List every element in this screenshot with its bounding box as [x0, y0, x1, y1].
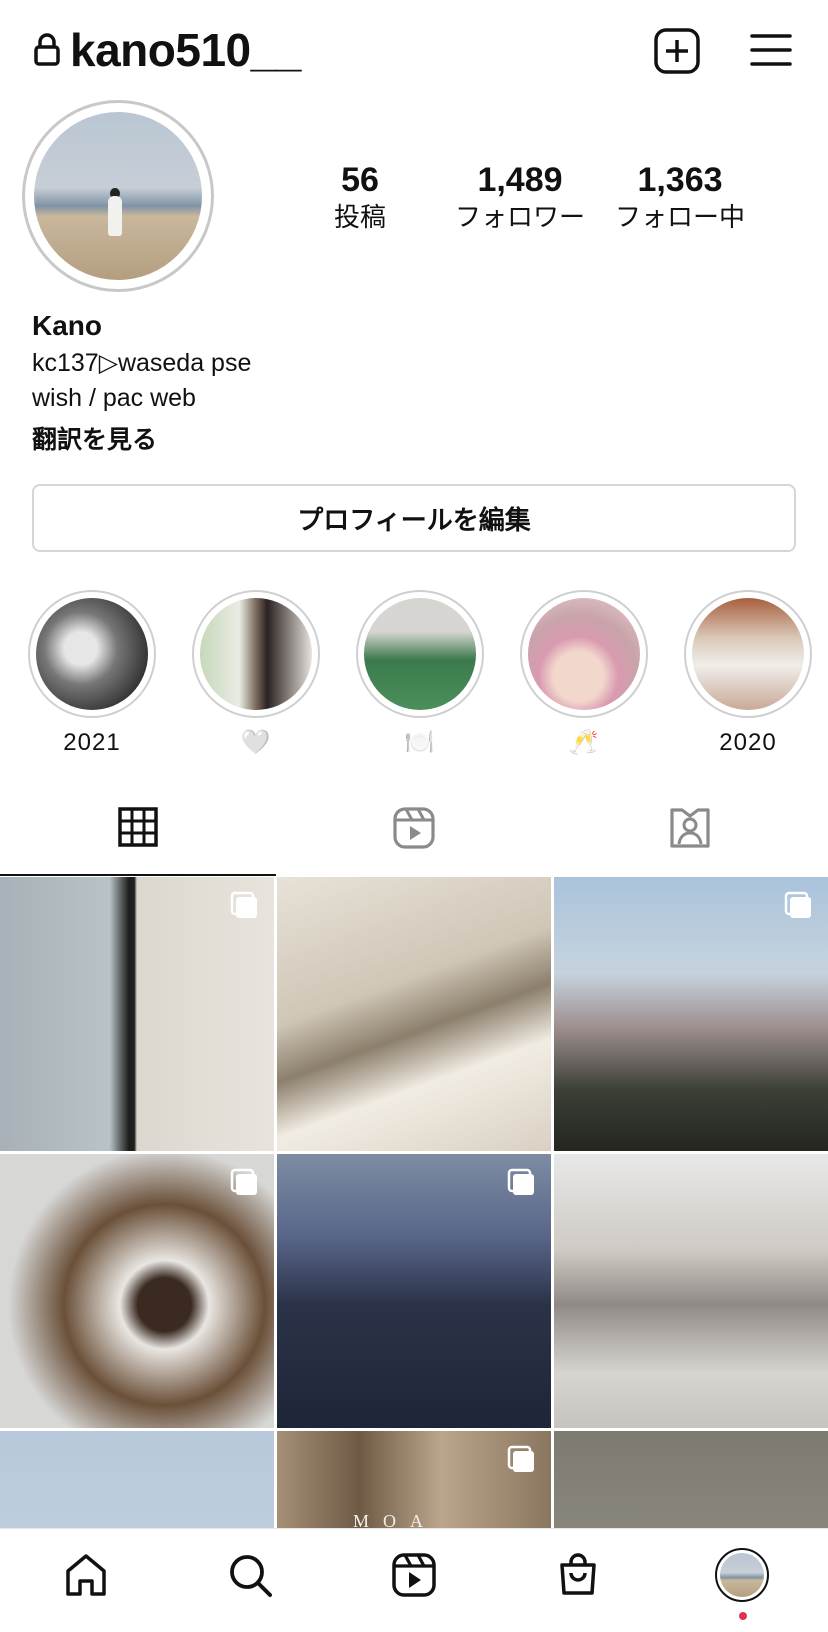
profile-avatar[interactable]	[22, 100, 214, 292]
highlight-caption: 🤍	[240, 729, 272, 756]
multiple-photos-icon	[507, 1445, 534, 1472]
profile-avatar	[715, 1548, 769, 1602]
tab-tagged[interactable]	[552, 780, 828, 876]
username[interactable]: kano510__	[70, 20, 301, 80]
menu-icon[interactable]	[748, 26, 798, 76]
display-name: Kano	[32, 310, 102, 341]
multiple-photos-icon	[230, 1168, 257, 1195]
highlight-cover	[36, 598, 148, 710]
see-translation-link[interactable]: 翻訳を見る	[32, 420, 157, 456]
add-post-icon[interactable]	[652, 26, 702, 76]
notification-dot	[739, 1612, 747, 1620]
post-thumbnail[interactable]	[554, 877, 828, 1151]
post-thumbnail[interactable]	[0, 877, 274, 1151]
reels-icon	[392, 1553, 436, 1597]
following-number: 1,363	[637, 161, 723, 199]
posts-label: 投稿	[333, 202, 386, 232]
multiple-photos-icon	[507, 1168, 534, 1195]
post-thumbnail[interactable]	[277, 877, 551, 1151]
profile-tabs	[0, 780, 828, 876]
highlight-caption: 2021	[63, 729, 121, 756]
nav-reels[interactable]	[384, 1545, 444, 1605]
story-highlight[interactable]: 2021	[28, 590, 156, 758]
grid-icon	[118, 807, 158, 847]
edit-profile-button[interactable]: プロフィールを編集	[32, 484, 796, 552]
posts-count: 56 投稿	[275, 160, 445, 234]
shop-icon	[560, 1553, 596, 1595]
highlight-caption: 🍽️	[404, 729, 436, 756]
bottom-navigation	[0, 1528, 828, 1632]
story-highlight[interactable]: 🤍	[192, 590, 320, 758]
highlight-cover	[200, 598, 312, 710]
followers-count[interactable]: 1,489 フォロワー	[435, 160, 605, 234]
posts-number: 56	[341, 161, 379, 199]
highlight-cover	[692, 598, 804, 710]
tab-grid[interactable]	[0, 780, 276, 876]
followers-label: フォロワー	[454, 202, 585, 232]
tab-reels[interactable]	[276, 780, 552, 876]
search-icon	[230, 1555, 272, 1597]
following-label: フォロー中	[614, 202, 745, 232]
followers-number: 1,489	[477, 161, 563, 199]
story-highlight[interactable]: 🥂	[520, 590, 648, 758]
multiple-photos-icon	[784, 891, 811, 918]
tagged-icon	[670, 808, 710, 848]
highlight-caption: 2020	[719, 729, 777, 756]
nav-shop[interactable]	[548, 1545, 608, 1605]
story-highlight[interactable]: 🍽️	[356, 590, 484, 758]
bio-line: wish / pac web	[32, 384, 196, 412]
profile-header: kano510__	[0, 0, 828, 100]
post-thumbnail[interactable]	[0, 1154, 274, 1428]
avatar-photo	[34, 112, 202, 280]
nav-home[interactable]	[56, 1545, 116, 1605]
home-icon	[66, 1554, 106, 1596]
post-thumbnail[interactable]	[277, 1154, 551, 1428]
highlight-cover	[364, 598, 476, 710]
multiple-photos-icon	[230, 891, 257, 918]
bio-line: kc137▷waseda pse	[32, 349, 252, 377]
following-count[interactable]: 1,363 フォロー中	[595, 160, 765, 234]
nav-profile[interactable]	[712, 1545, 772, 1605]
highlight-cover	[528, 598, 640, 710]
story-highlight[interactable]: 2020	[684, 590, 812, 758]
nav-search[interactable]	[220, 1545, 280, 1605]
reels-icon	[393, 807, 435, 849]
post-thumbnail[interactable]	[554, 1154, 828, 1428]
highlight-caption: 🥂	[568, 729, 600, 756]
lock-icon	[34, 33, 60, 66]
